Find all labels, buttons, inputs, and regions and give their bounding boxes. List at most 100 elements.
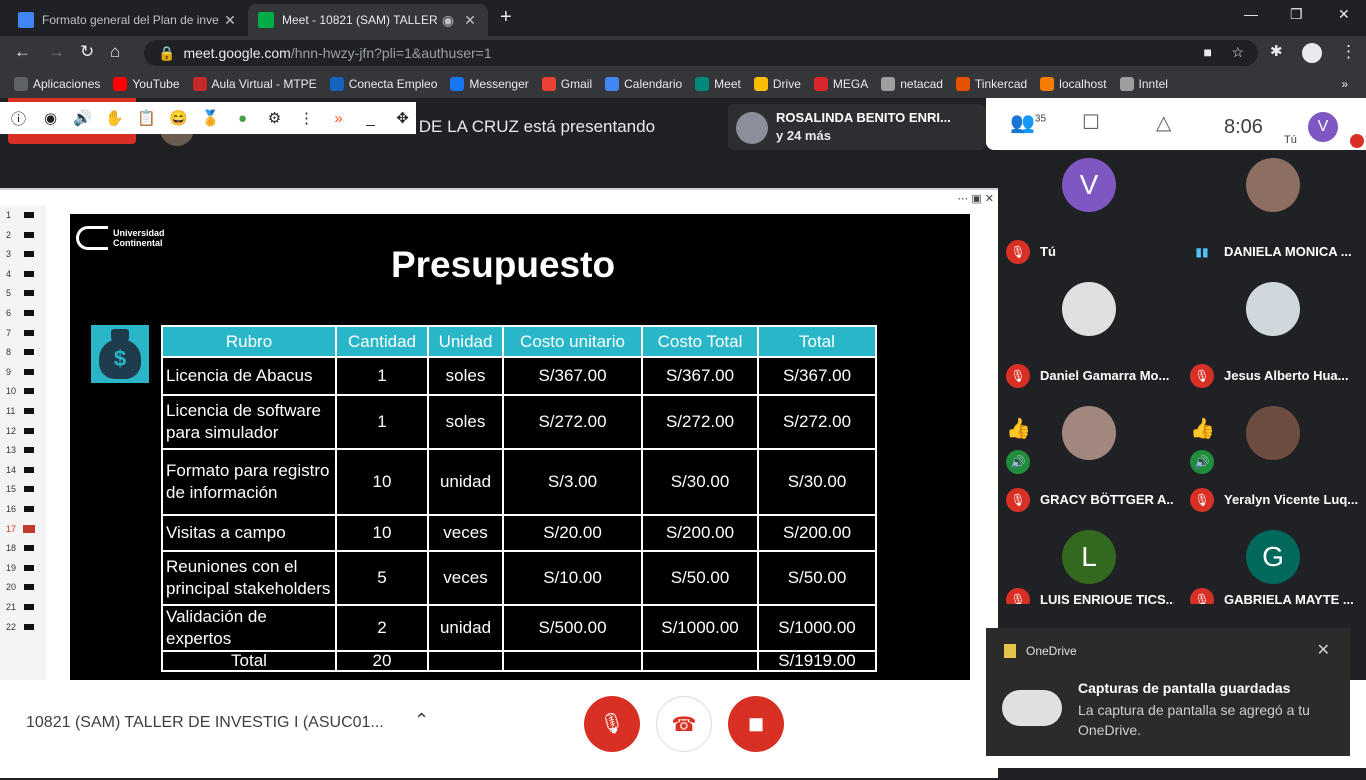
table-row: Validación de expertos 2 unidad S/500.00 S/1…	[161, 604, 877, 652]
close-tab-icon[interactable]: ✕	[222, 12, 238, 29]
bookmark-item[interactable]: Tinkercad	[955, 77, 1027, 91]
speaker-icon[interactable]: 🔊	[72, 109, 93, 127]
gear-icon[interactable]: ⚙	[264, 109, 285, 127]
forward-icon[interactable]: →	[48, 42, 65, 62]
back-icon[interactable]: ←	[14, 42, 31, 62]
activities-icon[interactable]: △	[1156, 110, 1171, 135]
new-tab-button[interactable]: +	[500, 6, 512, 29]
minimize-button[interactable]: —	[1244, 6, 1258, 22]
participant-tile[interactable]: L LUIS ENRIQUE TICS... 🎙	[998, 522, 1182, 604]
bookmark-item[interactable]: Inntel	[1119, 77, 1168, 91]
slide-thumbnail[interactable]: 14	[0, 461, 46, 481]
more-vert-icon[interactable]: ⋮	[296, 109, 317, 127]
hand-icon[interactable]: ✋	[104, 109, 125, 127]
table-cell: S/367.00	[757, 356, 877, 396]
slide-thumbnail[interactable]: 22	[0, 618, 46, 638]
minimize-icon[interactable]: _	[360, 110, 381, 127]
menu-icon[interactable]: ⋮	[1340, 42, 1357, 62]
slide-thumbnail[interactable]: 11	[0, 402, 46, 422]
participant-name: Jesus Alberto Hua...	[1224, 368, 1349, 383]
camera-off-button[interactable]: ◼	[728, 696, 784, 752]
meeting-title: 10821 (SAM) TALLER DE INVESTIG I (ASUC01…	[26, 714, 384, 731]
bookmark-item[interactable]: Gmail	[541, 77, 592, 91]
bookmark-star-icon[interactable]: ☆	[1231, 44, 1244, 61]
clipboard-icon[interactable]: 📋	[136, 109, 157, 127]
emoji-icon[interactable]: 😄	[168, 109, 189, 127]
tab-meet[interactable]: Meet - 10821 (SAM) TALLER ◉ ✕	[248, 4, 488, 36]
close-icon[interactable]: ✕	[1317, 640, 1330, 660]
slide-thumbnail[interactable]: 20	[0, 578, 46, 598]
bookmark-item[interactable]: Calendario	[605, 77, 682, 91]
tab-plan-investigacion[interactable]: Formato general del Plan de inve ✕	[8, 4, 248, 36]
participant-tile[interactable]: G GABRIELA MAYTE ... 🎙	[1182, 522, 1366, 604]
info-icon[interactable]: ⓘ	[8, 108, 29, 129]
participant-tile[interactable]: V Tú 🎙	[998, 150, 1182, 270]
slide-thumbnail[interactable]: 13	[0, 441, 46, 461]
participant-tile[interactable]: Daniel Gamarra Mo... 🎙	[998, 274, 1182, 394]
bookmark-item[interactable]: Meet	[695, 77, 741, 91]
bookmark-item[interactable]: netacad	[881, 77, 943, 91]
bookmark-item[interactable]: localhost	[1040, 77, 1107, 91]
slide-number: 12	[6, 425, 17, 436]
bookmark-item[interactable]: Conecta Empleo	[329, 77, 437, 91]
participant-tile[interactable]: DANIELA MONICA ... ▮▮	[1182, 150, 1366, 270]
profile-avatar[interactable]	[1302, 43, 1322, 63]
onedrive-notification[interactable]: OneDrive ✕ Capturas de pantalla guardada…	[986, 628, 1350, 756]
slide-thumbnail[interactable]: 6	[0, 304, 46, 324]
table-header: Rubro	[161, 325, 337, 358]
chat-icon[interactable]: ☐	[1082, 110, 1100, 135]
people-icon[interactable]: 👥35	[1010, 110, 1046, 135]
camera-icon[interactable]: ■	[1204, 44, 1212, 60]
onedrive-icon	[1004, 644, 1016, 658]
slide-thumbnail[interactable]: 8	[0, 343, 46, 363]
slide-mini	[24, 368, 34, 375]
participant-tile[interactable]: Yeralyn Vicente Luq... 🎙 👍 🔊	[1182, 398, 1366, 518]
more-bookmarks-icon[interactable]: »	[1341, 77, 1348, 91]
home-icon[interactable]: ⌂	[110, 42, 120, 62]
maximize-button[interactable]: ❐	[1290, 6, 1303, 23]
slide-thumbnail[interactable]: 19	[0, 559, 46, 579]
slide-thumbnail[interactable]: 16	[0, 500, 46, 520]
bookmark-item[interactable]: Aplicaciones	[14, 77, 100, 91]
slide-thumbnail[interactable]: 4	[0, 265, 46, 285]
slide-thumbnail[interactable]: 9	[0, 363, 46, 383]
participant-tile[interactable]: Jesus Alberto Hua... 🎙	[1182, 274, 1366, 394]
slide-thumbnail[interactable]: 10	[0, 382, 46, 402]
bookmark-icon	[541, 77, 556, 91]
me-avatar[interactable]: V	[1308, 112, 1338, 142]
slide-thumbnail[interactable]: 15	[0, 480, 46, 500]
bookmark-item[interactable]: YouTube	[113, 77, 180, 91]
chat-bubble-icon[interactable]: ●	[232, 110, 253, 127]
hang-up-button[interactable]: ☎	[656, 696, 712, 752]
bookmark-item[interactable]: Messenger	[450, 77, 529, 91]
window-controls[interactable]: ⋯ ▣ ✕	[957, 192, 994, 205]
address-bar[interactable]: 🔒 meet.google.com/hnn-hwzy-jfn?pli=1&auth…	[144, 40, 1258, 66]
reload-icon[interactable]: ↻	[80, 42, 94, 62]
move-icon[interactable]: ✥	[392, 109, 413, 127]
participant-avatar	[1062, 406, 1116, 460]
double-chevron-icon[interactable]: »	[328, 110, 349, 127]
participant-avatar	[1246, 282, 1300, 336]
bookmark-item[interactable]: Drive	[753, 77, 801, 91]
slide-thumbnail[interactable]: 2	[0, 226, 46, 246]
slide-thumbnail[interactable]: 12	[0, 422, 46, 442]
chevron-up-icon[interactable]: ⌃	[414, 710, 429, 731]
slide-thumbnail[interactable]: 21	[0, 598, 46, 618]
close-window-button[interactable]: ✕	[1338, 6, 1350, 23]
slide-thumbnail[interactable]: 3	[0, 245, 46, 265]
mic-off-button[interactable]: 🎙	[584, 696, 640, 752]
eye-icon[interactable]: ◉	[40, 109, 61, 127]
slide-thumbnail[interactable]: 17	[0, 520, 46, 540]
presenter-card[interactable]: ROSALINDA BENITO ENRI... y 24 más	[728, 104, 986, 150]
bookmark-item[interactable]: Aula Virtual - MTPE	[192, 77, 317, 91]
thumbs-up-icon: 👍	[1190, 418, 1215, 440]
extensions-icon[interactable]: ✱	[1270, 42, 1283, 60]
slide-thumbnail[interactable]: 18	[0, 539, 46, 559]
slide-thumbnail[interactable]: 7	[0, 324, 46, 344]
participant-tile[interactable]: GRACY BÖTTGER A... 🎙 👍 🔊	[998, 398, 1182, 518]
slide-thumbnail[interactable]: 1	[0, 206, 46, 226]
badge-icon[interactable]: 🏅	[200, 109, 221, 127]
close-tab-icon[interactable]: ✕	[462, 12, 478, 29]
slide-thumbnail[interactable]: 5	[0, 284, 46, 304]
bookmark-item[interactable]: MEGA	[813, 77, 868, 91]
